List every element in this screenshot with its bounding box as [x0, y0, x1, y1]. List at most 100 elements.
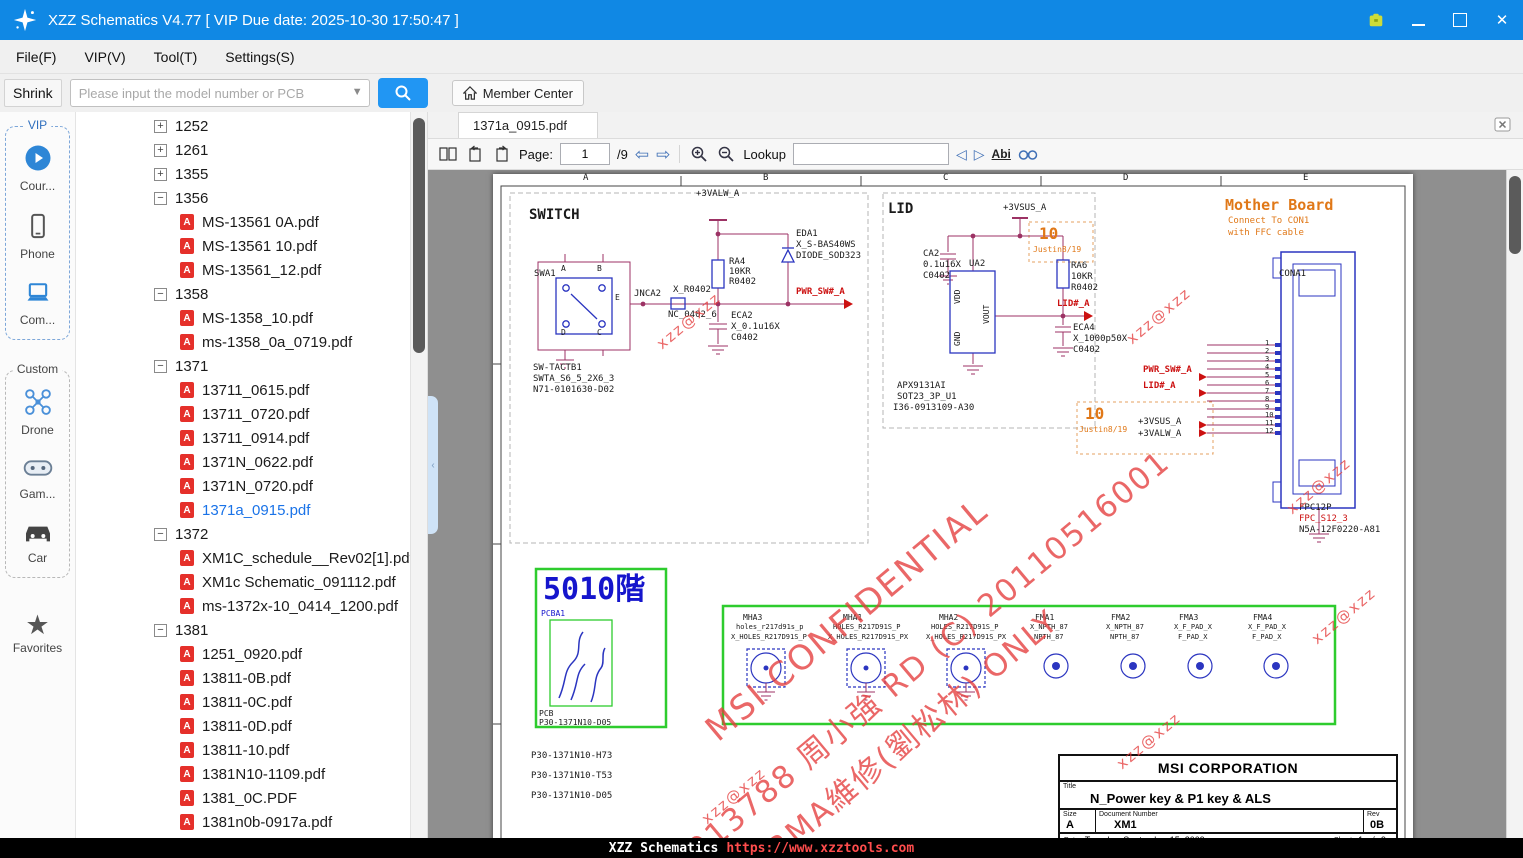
- chevron-down-icon[interactable]: ▼: [352, 86, 369, 100]
- tree-item[interactable]: A MS-13561_12.pdf: [76, 258, 411, 282]
- schematic-label: X_F_PAD_X: [1248, 623, 1286, 631]
- model-search-combobox[interactable]: ▼: [69, 79, 370, 107]
- titlebar: XZZ Schematics V4.77 [ VIP Due date: 202…: [0, 0, 1523, 40]
- menu-file[interactable]: File(F): [16, 49, 56, 65]
- tree-scrollbar[interactable]: [410, 112, 427, 838]
- schematic-label: N71-0101630-D02: [533, 385, 615, 395]
- expand-icon[interactable]: +: [154, 167, 167, 181]
- tree-item[interactable]: +1355: [76, 162, 411, 186]
- tree-item[interactable]: A 1381n0b-0917a.pdf: [76, 810, 411, 834]
- tree-item[interactable]: A MS-13561 10.pdf: [76, 234, 411, 258]
- text-select-icon[interactable]: Abi: [992, 147, 1011, 161]
- tree-item[interactable]: A 1251_0920.pdf: [76, 642, 411, 666]
- schematic-label: C: [597, 328, 602, 337]
- menu-tool[interactable]: Tool(T): [154, 49, 198, 65]
- tree-item-label: 1381n0b-0917a.pdf: [202, 813, 333, 831]
- schematic-label: NPTH_87: [1110, 633, 1140, 641]
- search-icon: [394, 84, 412, 102]
- minimize-button[interactable]: [1409, 11, 1427, 29]
- statusbar-url[interactable]: https://www.xzztools.com: [726, 841, 914, 856]
- schematic-label: UA2: [969, 259, 986, 269]
- tree-item-label: 1358: [175, 285, 209, 303]
- tree-scrollbar-thumb[interactable]: [413, 118, 425, 353]
- previous-result-icon[interactable]: ◁: [956, 147, 967, 161]
- schematic-label: 10: [1039, 224, 1059, 243]
- tree-item[interactable]: −1371: [76, 354, 411, 378]
- zoom-in-icon[interactable]: [689, 144, 709, 164]
- tree-item[interactable]: A 13811-0B.pdf: [76, 666, 411, 690]
- tree-item[interactable]: A 1381N10-1109.pdf: [76, 762, 411, 786]
- two-page-view-icon[interactable]: [438, 144, 458, 164]
- zoom-out-icon[interactable]: [716, 144, 736, 164]
- search-button[interactable]: [377, 78, 428, 108]
- document-tab[interactable]: 1371a_0915.pdf: [458, 112, 598, 138]
- tree-item[interactable]: −1358: [76, 282, 411, 306]
- model-search-input[interactable]: [70, 85, 352, 101]
- collapse-icon[interactable]: −: [154, 623, 167, 637]
- vip-safe-icon[interactable]: [1367, 11, 1385, 29]
- document-scrollbar-thumb[interactable]: [1509, 176, 1521, 254]
- pdf-viewport[interactable]: MSI CORPORATION Title N_Power key & P1 k…: [428, 170, 1523, 838]
- menu-settings[interactable]: Settings(S): [225, 49, 294, 65]
- tree-item[interactable]: −1356: [76, 186, 411, 210]
- expand-icon[interactable]: +: [154, 119, 167, 133]
- tree-item[interactable]: A 1371N_0622.pdf: [76, 450, 411, 474]
- tree-item-label: 13711_0720.pdf: [202, 405, 310, 423]
- pdf-file-icon: A: [180, 502, 194, 518]
- schematic-label: P30-1371N10-T53: [531, 771, 613, 781]
- sidebar-item-car[interactable]: Car: [8, 519, 67, 565]
- lookup-input[interactable]: [792, 143, 949, 165]
- collapse-icon[interactable]: −: [154, 527, 167, 541]
- collapse-icon[interactable]: −: [154, 359, 167, 373]
- tree-item[interactable]: A MS-1358_10.pdf: [76, 306, 411, 330]
- tree-item[interactable]: A XM1C_schedule__Rev02[1].pdf: [76, 546, 411, 570]
- collapse-icon[interactable]: −: [154, 191, 167, 205]
- shrink-button[interactable]: Shrink: [4, 79, 62, 107]
- tree-item[interactable]: −1372: [76, 522, 411, 546]
- tree-collapse-handle[interactable]: ‹: [428, 396, 438, 534]
- sidebar-item-course[interactable]: Cour...: [8, 143, 67, 193]
- tree-item[interactable]: A MS-13561 0A.pdf: [76, 210, 411, 234]
- previous-page-icon[interactable]: ⇦: [635, 146, 649, 163]
- tree-item-label: MS-13561_12.pdf: [202, 261, 322, 279]
- tree-item[interactable]: A 13811-0D.pdf: [76, 714, 411, 738]
- next-page-icon[interactable]: ⇨: [656, 146, 670, 163]
- collapse-icon[interactable]: −: [154, 287, 167, 301]
- tree-item[interactable]: A XM1c Schematic_091112.pdf: [76, 570, 411, 594]
- tree-item-label: 1371N_0622.pdf: [202, 453, 313, 471]
- tree-item[interactable]: −1381: [76, 618, 411, 642]
- member-center-button[interactable]: Member Center: [451, 80, 584, 106]
- pdf-file-icon: A: [180, 814, 194, 830]
- tree-item[interactable]: A 1371N_0720.pdf: [76, 474, 411, 498]
- next-result-icon[interactable]: ▷: [974, 147, 985, 161]
- sidebar-item-drone[interactable]: Drone: [8, 387, 67, 437]
- sidebar-item-computer[interactable]: Com...: [8, 279, 67, 327]
- rotate-right-icon[interactable]: [492, 144, 512, 164]
- schematic-page[interactable]: MSI CORPORATION Title N_Power key & P1 k…: [493, 173, 1413, 838]
- close-tab-icon[interactable]: [1494, 117, 1511, 137]
- pdf-file-icon: A: [180, 406, 194, 422]
- tree-item[interactable]: +1261: [76, 138, 411, 162]
- rotate-left-icon[interactable]: [465, 144, 485, 164]
- tree-item[interactable]: A 13811-10.pdf: [76, 738, 411, 762]
- tree-item[interactable]: Ams-1372x-10_0414_1200.pdf: [76, 594, 411, 618]
- expand-icon[interactable]: +: [154, 143, 167, 157]
- sidebar-item-phone[interactable]: Phone: [8, 211, 67, 261]
- tree-item[interactable]: A 1371a_0915.pdf: [76, 498, 411, 522]
- binoculars-icon[interactable]: [1018, 144, 1038, 164]
- document-scrollbar[interactable]: [1506, 170, 1523, 838]
- tree-item[interactable]: A 13711_0914.pdf: [76, 426, 411, 450]
- tree-item[interactable]: +1252: [76, 114, 411, 138]
- tree-item[interactable]: A 13811-0C.pdf: [76, 690, 411, 714]
- rev-label: Rev: [1367, 811, 1380, 818]
- tree-item[interactable]: A 13711_0615.pdf: [76, 378, 411, 402]
- page-number-input[interactable]: [559, 143, 610, 165]
- sidebar-item-game[interactable]: Gam...: [8, 455, 67, 501]
- tree-item[interactable]: A 13711_0720.pdf: [76, 402, 411, 426]
- tree-item[interactable]: A 1381_0C.PDF: [76, 786, 411, 810]
- maximize-button[interactable]: [1451, 11, 1469, 29]
- sidebar-item-favorites[interactable]: ★ Favorites: [0, 612, 75, 656]
- close-button[interactable]: ✕: [1493, 11, 1511, 29]
- tree-item[interactable]: Ams-1358_0a_0719.pdf: [76, 330, 411, 354]
- men-vip[interactable]: VIP(V): [84, 49, 125, 65]
